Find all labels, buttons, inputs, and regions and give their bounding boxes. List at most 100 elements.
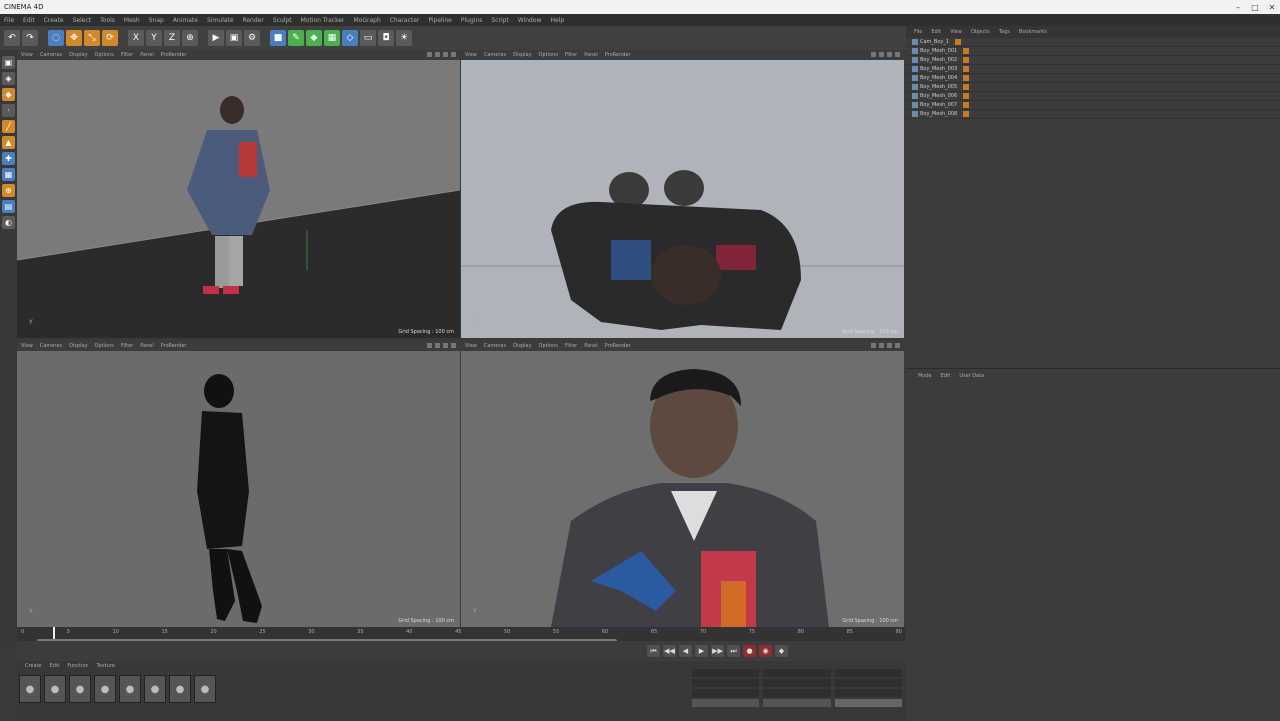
menu-item-file[interactable]: File [4, 17, 14, 24]
viewport-menu-prorender[interactable]: ProRender [161, 52, 187, 58]
viewport-menu-cameras[interactable]: Cameras [40, 52, 62, 58]
texture-tag-icon[interactable] [963, 48, 970, 54]
object-name[interactable]: Cam_Boy_1 [920, 39, 949, 45]
menu-item-render[interactable]: Render [242, 17, 263, 24]
coord-field-sx[interactable] [763, 669, 831, 677]
menu-item-mesh[interactable]: Mesh [124, 17, 140, 24]
maximize-view-icon[interactable] [895, 343, 900, 348]
play-back-icon[interactable]: ◀ [679, 645, 692, 657]
coord-field-z[interactable] [692, 689, 760, 697]
zoom-view-icon[interactable] [879, 343, 884, 348]
move-view-icon[interactable] [871, 343, 876, 348]
locked-workplane-icon[interactable]: ▤ [2, 200, 15, 213]
live-select-icon[interactable]: ◌ [48, 30, 64, 46]
object-name[interactable]: Boy_Mesh_008 [920, 111, 957, 117]
solo-icon[interactable]: ◐ [2, 216, 15, 229]
viewport-perspective[interactable]: View Cameras Display Options Filter Panel ProR… [17, 50, 460, 338]
coord-field-b[interactable] [834, 689, 902, 697]
viewport-menu-display[interactable]: Display [69, 343, 87, 349]
viewport-menu-options[interactable]: Options [95, 343, 114, 349]
object-menu-objects[interactable]: Objects [971, 29, 990, 35]
material-swatch[interactable]: ● [94, 675, 116, 703]
make-editable-icon[interactable]: ▣ [2, 56, 15, 69]
object-name[interactable]: Boy_Mesh_003 [920, 66, 957, 72]
zoom-view-icon[interactable] [435, 343, 440, 348]
object-menu-file[interactable]: File [914, 29, 922, 35]
attribute-menu-mode[interactable]: Mode [918, 373, 932, 379]
texture-tag-icon[interactable] [963, 75, 970, 81]
viewport-menu-filter[interactable]: Filter [121, 52, 133, 58]
object-name[interactable]: Boy_Mesh_007 [920, 102, 957, 108]
menu-item-create[interactable]: Create [44, 17, 64, 24]
undo-icon[interactable]: ↶ [4, 30, 20, 46]
texture-tag-icon[interactable] [963, 66, 970, 72]
rotate-view-icon[interactable] [887, 343, 892, 348]
zoom-view-icon[interactable] [435, 52, 440, 57]
object-menu-bookmarks[interactable]: Bookmarks [1019, 29, 1047, 35]
prev-key-icon[interactable]: ◀◀ [663, 645, 676, 657]
viewport-menu-display[interactable]: Display [513, 52, 531, 58]
coord-mode-dropdown[interactable] [692, 699, 760, 707]
object-name[interactable]: Boy_Mesh_004 [920, 75, 957, 81]
menu-item-snap[interactable]: Snap [149, 17, 164, 24]
viewport-top[interactable]: View Cameras Display Options Filter Panel ProR… [461, 50, 904, 338]
menu-item-simulate[interactable]: Simulate [207, 17, 234, 24]
menu-item-motion-tracker[interactable]: Motion Tracker [301, 17, 345, 24]
texture-tag-icon[interactable] [963, 102, 970, 108]
viewport-menu-panel[interactable]: Panel [584, 52, 598, 58]
zoom-view-icon[interactable] [879, 52, 884, 57]
viewport-menu-view[interactable]: View [21, 52, 33, 58]
go-end-icon[interactable]: ⏭ [727, 645, 740, 657]
rotate-icon[interactable]: ⟳ [102, 30, 118, 46]
world-icon[interactable]: ⊕ [182, 30, 198, 46]
viewport-menu-display[interactable]: Display [513, 343, 531, 349]
cube-icon[interactable]: ■ [270, 30, 286, 46]
viewport-menu-options[interactable]: Options [539, 343, 558, 349]
edges-mode-icon[interactable]: ╱ [2, 120, 15, 133]
coord-field-h[interactable] [834, 669, 902, 677]
array-icon[interactable]: ▦ [324, 30, 340, 46]
object-row[interactable]: Boy_Mesh_002 [906, 56, 1280, 65]
viewport-menu-cameras[interactable]: Cameras [40, 343, 62, 349]
maximize-view-icon[interactable] [895, 52, 900, 57]
object-row[interactable]: Boy_Mesh_003 [906, 65, 1280, 74]
coord-field-sy[interactable] [763, 679, 831, 687]
subdivide-icon[interactable]: ◆ [306, 30, 322, 46]
material-swatch[interactable]: ● [69, 675, 91, 703]
viewport-menu-prorender[interactable]: ProRender [161, 343, 187, 349]
viewport-menu-cameras[interactable]: Cameras [484, 52, 506, 58]
redo-icon[interactable]: ↷ [22, 30, 38, 46]
floor-icon[interactable]: ▭ [360, 30, 376, 46]
material-swatch[interactable]: ● [19, 675, 41, 703]
pen-icon[interactable]: ✎ [288, 30, 304, 46]
attribute-menu-edit[interactable]: Edit [941, 373, 951, 379]
maximize-view-icon[interactable] [451, 343, 456, 348]
material-menu-function[interactable]: Function [67, 663, 88, 669]
material-swatch[interactable]: ● [194, 675, 216, 703]
viewport-menu-options[interactable]: Options [95, 52, 114, 58]
menu-item-help[interactable]: Help [550, 17, 564, 24]
render-view-icon[interactable]: ▶ [208, 30, 224, 46]
material-swatch[interactable]: ● [144, 675, 166, 703]
object-row[interactable]: Cam_Boy_1 [906, 38, 1280, 47]
viewport-menu-panel[interactable]: Panel [140, 343, 154, 349]
play-icon[interactable]: ▶ [695, 645, 708, 657]
close-icon[interactable]: ✕ [1264, 0, 1280, 14]
object-row[interactable]: Boy_Mesh_005 [906, 83, 1280, 92]
menu-item-select[interactable]: Select [73, 17, 92, 24]
apply-button[interactable] [834, 699, 902, 707]
viewport-menu-panel[interactable]: Panel [584, 343, 598, 349]
scale-icon[interactable]: ⤡ [84, 30, 100, 46]
object-menu-edit[interactable]: Edit [931, 29, 941, 35]
menu-item-plugins[interactable]: Plugins [461, 17, 483, 24]
object-name[interactable]: Boy_Mesh_005 [920, 84, 957, 90]
points-mode-icon[interactable]: · [2, 104, 15, 117]
viewport-menu-view[interactable]: View [465, 343, 477, 349]
object-row[interactable]: Boy_Mesh_008 [906, 110, 1280, 119]
viewport-menu-view[interactable]: View [465, 52, 477, 58]
object-name[interactable]: Boy_Mesh_006 [920, 93, 957, 99]
menu-item-mograph[interactable]: MoGraph [354, 17, 381, 24]
snap-icon[interactable]: ⊕ [2, 184, 15, 197]
move-view-icon[interactable] [427, 343, 432, 348]
coord-field-y[interactable] [692, 679, 760, 687]
